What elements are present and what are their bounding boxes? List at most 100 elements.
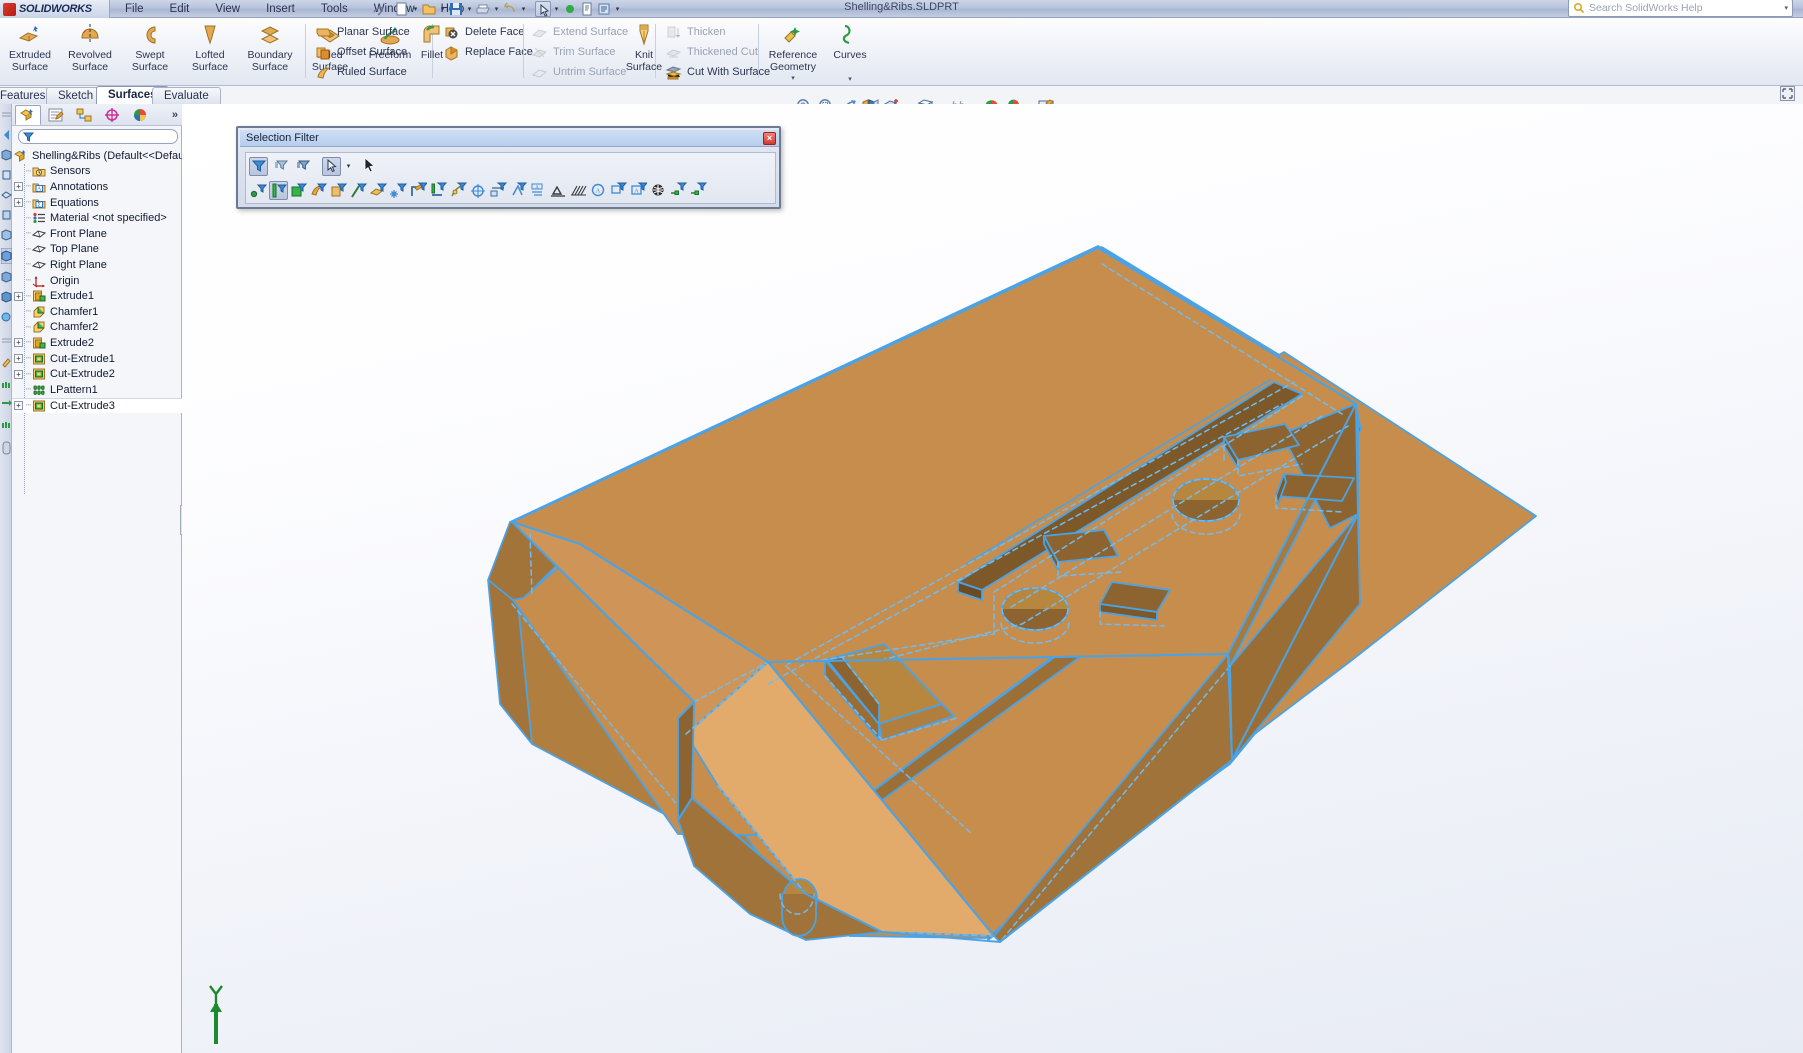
replace-face-button[interactable]: Replace Face (440, 43, 536, 61)
filter-spheres-button[interactable] (689, 181, 708, 200)
tree-item-cut-extrude1[interactable]: + ┄ Cut-Extrude1 (12, 351, 182, 367)
tree-item-top-plane[interactable]: ┄ Top Plane (12, 242, 182, 258)
tree-item-cut-extrude2[interactable]: + ┄ Cut-Extrude2 (12, 366, 182, 382)
filter-planes-button[interactable] (369, 181, 388, 200)
rail-view-orientation-icon[interactable] (1, 270, 12, 286)
display-manager-tab[interactable] (127, 105, 153, 125)
filter-center-marks-button[interactable] (469, 181, 488, 200)
rail-cylinder-icon[interactable] (1, 440, 12, 456)
pin-icon[interactable] (370, 1, 386, 17)
tree-item-part-root[interactable]: Shelling&Ribs (Default<<Defau (12, 148, 184, 164)
delete-face-button[interactable]: Delete Face (440, 23, 536, 41)
close-icon[interactable]: × (763, 132, 776, 145)
undo-icon[interactable] (502, 1, 518, 17)
quick-access-toolbar[interactable]: ▾ ▾ ▾ ▾ ▾ ▾ ▾ (370, 0, 622, 18)
curves-button[interactable]: Curves ▾ (824, 20, 876, 83)
dimxpert-tab[interactable] (99, 105, 125, 125)
expand-toggle[interactable]: + (14, 401, 23, 411)
tree-item-material[interactable]: ┄ Material <not specified> (12, 210, 182, 226)
filter-sketch-segments-button[interactable] (429, 181, 448, 200)
planar-surface-button[interactable]: Planar Surface (312, 23, 413, 41)
rail-lights-icon[interactable] (1, 418, 12, 434)
rebuild-icon[interactable] (562, 1, 578, 17)
tree-item-extrude2[interactable]: + ┄ Extrude2 (12, 335, 182, 351)
options-dropdown[interactable]: ▾ (613, 5, 622, 13)
thicken-button[interactable]: Thicken (662, 23, 773, 41)
filter-cosmetic-threads-button[interactable] (649, 181, 668, 200)
filter-hatch-button[interactable] (569, 181, 588, 200)
search-chevron-down-icon[interactable]: ▾ (1784, 4, 1788, 12)
menu-item-view[interactable]: View (202, 0, 253, 18)
expand-toggle[interactable]: + (14, 338, 23, 348)
extruded-surface-button[interactable]: Extruded Surface (0, 20, 60, 73)
rail-handle-icon[interactable] (1, 110, 12, 126)
graphics-viewport[interactable] (182, 104, 1803, 1053)
rail-top-view-icon[interactable] (1, 188, 12, 204)
filter-sketch-button[interactable] (409, 181, 428, 200)
filter-toggle-button[interactable] (249, 156, 268, 176)
menu-item-edit[interactable]: Edit (157, 0, 203, 18)
rail-right-view-icon[interactable] (1, 208, 12, 224)
boundary-surface-button[interactable]: Boundary Surface (240, 20, 300, 73)
tree-item-chamfer2[interactable]: ┄ Chamfer2 (12, 320, 182, 336)
swept-surface-button[interactable]: Swept Surface (120, 20, 180, 73)
undo-dropdown[interactable]: ▾ (519, 5, 528, 13)
tab-evaluate[interactable]: Evaluate (152, 87, 221, 104)
property-manager-tab[interactable] (43, 105, 69, 125)
open-icon[interactable] (421, 1, 437, 17)
filter-midpoints-button[interactable] (449, 181, 468, 200)
open-dropdown[interactable]: ▾ (438, 5, 447, 13)
rail-handle-2-icon[interactable] (1, 336, 12, 352)
filter-notes-button[interactable]: A (589, 181, 608, 200)
lofted-surface-button[interactable]: Lofted Surface (180, 20, 240, 73)
feature-tree-tab[interactable] (15, 104, 41, 125)
configuration-manager-tab[interactable] (71, 105, 97, 125)
feature-manager-more-tabs[interactable]: » (172, 109, 178, 121)
select-tool-button[interactable] (322, 156, 341, 176)
filter-axes-button[interactable] (349, 181, 368, 200)
expand-panel-icon[interactable] (1780, 86, 1795, 101)
expand-toggle[interactable]: + (14, 291, 23, 301)
filter-surface-finish-button[interactable] (509, 181, 528, 200)
filter-annotations-button[interactable] (669, 181, 688, 200)
save-dropdown[interactable]: ▾ (465, 5, 474, 13)
reference-geometry-chevron-down-icon[interactable]: ▾ (791, 74, 795, 82)
feature-tree-filter-input[interactable] (18, 129, 178, 144)
expand-toggle[interactable]: + (14, 198, 23, 208)
menu-item-tools[interactable]: Tools (308, 0, 361, 18)
revolved-surface-button[interactable]: Revolved Surface (60, 20, 120, 73)
invert-selection-button[interactable] (293, 157, 312, 176)
file-properties-icon[interactable] (579, 1, 595, 17)
rail-front-view-icon[interactable] (1, 168, 12, 184)
rail-scene-icon[interactable] (1, 378, 12, 394)
filter-balloons-button[interactable] (609, 181, 628, 200)
cut-with-surface-button[interactable]: Cut With Surface (662, 63, 773, 81)
ruled-surface-button[interactable]: Ruled Surface (312, 63, 413, 81)
tree-item-annotations[interactable]: + ┄ A Annotations (12, 179, 182, 195)
tree-item-extrude1[interactable]: + ┄ Extrude1 (12, 288, 182, 304)
filter-blocks-button[interactable]: A (629, 181, 648, 200)
rail-display-style-icon[interactable] (1, 290, 12, 306)
filter-edges-button[interactable] (269, 180, 288, 200)
tree-item-origin[interactable]: ┄ Origin (12, 273, 182, 289)
filter-surface-bodies-button[interactable] (309, 181, 328, 200)
menu-item-insert[interactable]: Insert (253, 0, 308, 18)
tree-item-lpattern1[interactable]: ┄ LPattern1 (12, 382, 182, 398)
tree-item-cut-extrude3[interactable]: + ┄ Cut-Extrude3 (12, 397, 182, 414)
clear-all-filters-button[interactable] (271, 157, 290, 176)
expand-toggle[interactable]: + (14, 354, 23, 364)
new-document-dropdown[interactable]: ▾ (411, 5, 420, 13)
model-3d-view[interactable] (182, 104, 1803, 1053)
select-tool-dropdown[interactable]: ▾ (344, 157, 353, 176)
new-document-icon[interactable] (394, 1, 410, 17)
filter-faces-button[interactable] (289, 181, 308, 200)
help-search-box[interactable]: Search SolidWorks Help ▾ (1568, 0, 1793, 17)
filter-vertices-button[interactable] (249, 181, 268, 200)
tree-item-right-plane[interactable]: ┄ Right Plane (12, 257, 182, 273)
filter-points-button[interactable] (389, 181, 408, 200)
options-icon[interactable] (596, 1, 612, 17)
curves-chevron-down-icon[interactable]: ▾ (848, 75, 852, 83)
thickened-cut-button[interactable]: Thickened Cut (662, 43, 773, 61)
print-icon[interactable] (475, 1, 491, 17)
rail-arrow-right-icon[interactable] (1, 398, 12, 414)
